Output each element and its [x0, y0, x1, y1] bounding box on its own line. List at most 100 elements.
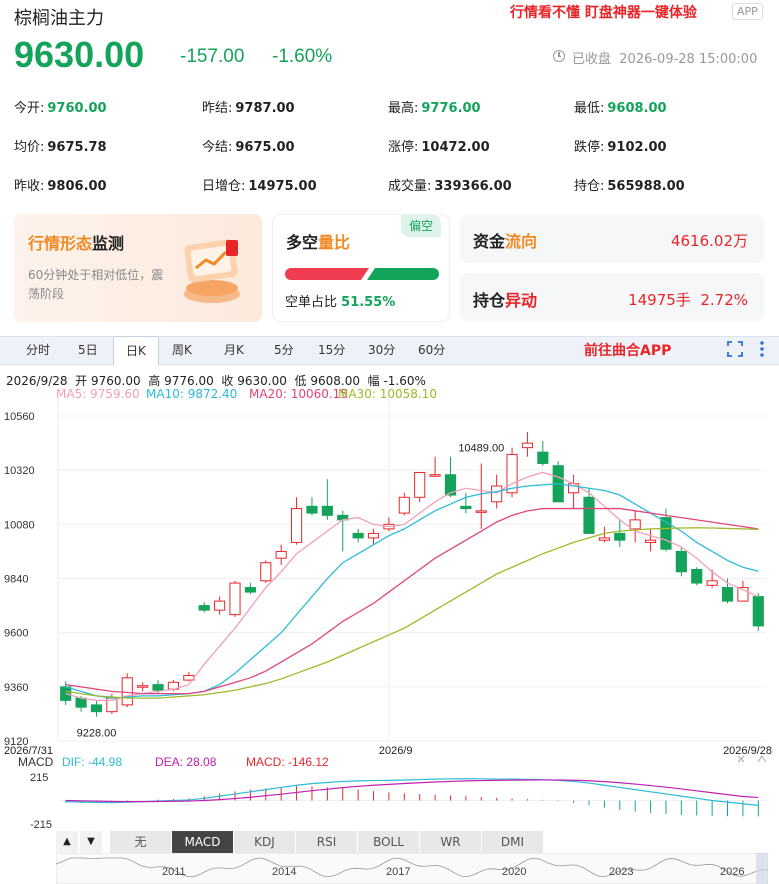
stat-label: 涨停:: [388, 140, 419, 155]
stat-item: 昨收: 9806.00: [14, 175, 107, 194]
candle-body: [675, 550, 687, 573]
candle-body: [506, 453, 518, 494]
overview-navigator[interactable]: 2011 2014 2017 2020 2023 2026: [56, 853, 768, 884]
indicator-tab[interactable]: DMI: [482, 831, 544, 853]
stat-label: 昨收:: [14, 179, 45, 194]
y-tick-label: 9600: [4, 628, 28, 640]
candle-body: [644, 539, 657, 543]
stat-item: 跌停: 9102.00: [574, 136, 667, 155]
stat-value: 9102.00: [607, 140, 667, 155]
stat-item: 最高: 9776.00: [388, 97, 481, 116]
candle-body: [198, 605, 210, 611]
stat-value: 9787.00: [235, 101, 295, 116]
stat-value: 9806.00: [47, 179, 107, 194]
ma30-line: [65, 527, 759, 699]
flow-card[interactable]: 资金流向 4616.02万: [460, 214, 764, 263]
more-icon[interactable]: [758, 340, 766, 358]
ratio-title: 多空量比: [286, 233, 351, 252]
x-tick-label: 2026/9: [379, 745, 413, 757]
stat-value: 14975.00: [248, 179, 317, 194]
indicator-tab[interactable]: MACD: [172, 831, 234, 853]
ratio-bar: [285, 265, 439, 280]
candle-body: [598, 537, 610, 541]
flow-title: 资金流向: [473, 232, 538, 251]
candle-body: [460, 505, 472, 510]
candle-body: [629, 519, 641, 530]
tab-period[interactable]: 分时: [26, 336, 50, 365]
stat-label: 均价:: [14, 140, 45, 155]
go-app-link[interactable]: 前往曲合APP: [584, 340, 671, 360]
price-change: -157.00: [180, 46, 245, 67]
candle-body: [306, 505, 318, 514]
ma5-line: [65, 471, 759, 702]
stat-item: 均价: 9675.78: [14, 136, 107, 155]
stat-item: 日增仓: 14975.00: [202, 175, 317, 194]
stat-label: 最低:: [574, 101, 605, 116]
overview-year-label: 2011: [162, 866, 186, 878]
candle-body: [706, 580, 718, 586]
stat-value: 9608.00: [607, 101, 667, 116]
candle-body: [352, 532, 364, 539]
stat-label: 日增仓:: [202, 179, 246, 194]
extreme-annotation: 9228.00: [77, 728, 117, 740]
tab-period[interactable]: 60分: [418, 336, 445, 365]
stat-item: 成交量: 339366.00: [388, 175, 512, 194]
position-card[interactable]: 持仓异动 14975手 2.72%: [460, 273, 764, 322]
candle-body: [721, 587, 734, 602]
overview-year-label: 2020: [502, 866, 526, 878]
tab-period[interactable]: 30分: [368, 336, 395, 365]
tab-period[interactable]: 月K: [224, 336, 244, 365]
indicator-tab[interactable]: KDJ: [234, 831, 296, 853]
dea-line: [65, 779, 759, 803]
candle-body: [60, 686, 72, 701]
stat-value: 9675.78: [47, 140, 107, 155]
candle-body: [229, 582, 241, 616]
kline-chart[interactable]: 105601032010080984096009360912010489.009…: [0, 398, 779, 831]
candle-body: [614, 532, 626, 541]
app-badge[interactable]: APP: [732, 3, 763, 20]
tab-period[interactable]: 5分: [274, 336, 294, 365]
monitor-title: 行情形态监测: [28, 234, 125, 253]
macd-legend-dif: DIF: -44.98: [62, 755, 122, 769]
candle-body: [398, 496, 410, 514]
candle-body: [244, 587, 256, 593]
indicator-tab[interactable]: WR: [420, 831, 482, 853]
ratio-card[interactable]: 多空量比 偏空 空单占比 51.55%: [272, 214, 450, 322]
candle-body: [429, 474, 441, 477]
clock-icon: [553, 50, 565, 62]
stat-value: 9776.00: [421, 101, 481, 116]
tab-period[interactable]: 15分: [318, 336, 345, 365]
tab-period[interactable]: 5日: [78, 336, 98, 365]
stat-value: 10472.00: [421, 140, 490, 155]
indicator-tab[interactable]: BOLL: [358, 831, 420, 853]
candle-body: [491, 485, 503, 503]
stat-item: 最低: 9608.00: [574, 97, 667, 116]
tab-period[interactable]: 周K: [172, 336, 192, 365]
candle-body: [75, 697, 87, 708]
scroll-down-button[interactable]: ▼: [80, 831, 102, 853]
x-tick-label: 2026/9/28: [723, 745, 772, 757]
flow-value: 4616.02万: [670, 232, 748, 250]
candle-body: [367, 532, 380, 539]
tab-period[interactable]: 日K: [113, 336, 159, 365]
fullscreen-icon[interactable]: [727, 341, 743, 357]
position-value: 14975手 2.72%: [628, 291, 748, 309]
candle-body: [152, 684, 164, 691]
bias-badge: 偏空: [401, 215, 441, 237]
candle-body: [691, 569, 703, 584]
overview-year-label: 2017: [386, 866, 410, 878]
scroll-up-button[interactable]: ▲: [56, 831, 78, 853]
indicator-tab[interactable]: RSI: [296, 831, 358, 853]
candle-body: [260, 562, 272, 582]
overview-year-label: 2026: [720, 866, 744, 878]
y-tick-label: 9840: [4, 574, 28, 586]
candle-body: [214, 600, 226, 611]
market-status: 已收盘 2026-09-28 15:00:00: [572, 52, 758, 67]
candle-body: [137, 685, 149, 688]
stat-value: 339366.00: [434, 179, 512, 194]
indicator-tab[interactable]: 无: [110, 831, 172, 853]
candle-body: [414, 471, 426, 498]
y-tick-label: 10320: [4, 465, 35, 477]
promo-link[interactable]: 行情看不懂 盯盘神器一键体验: [510, 2, 697, 22]
monitor-card[interactable]: 行情形态监测 60分钟处于相对低位，震荡阶段: [14, 214, 262, 322]
